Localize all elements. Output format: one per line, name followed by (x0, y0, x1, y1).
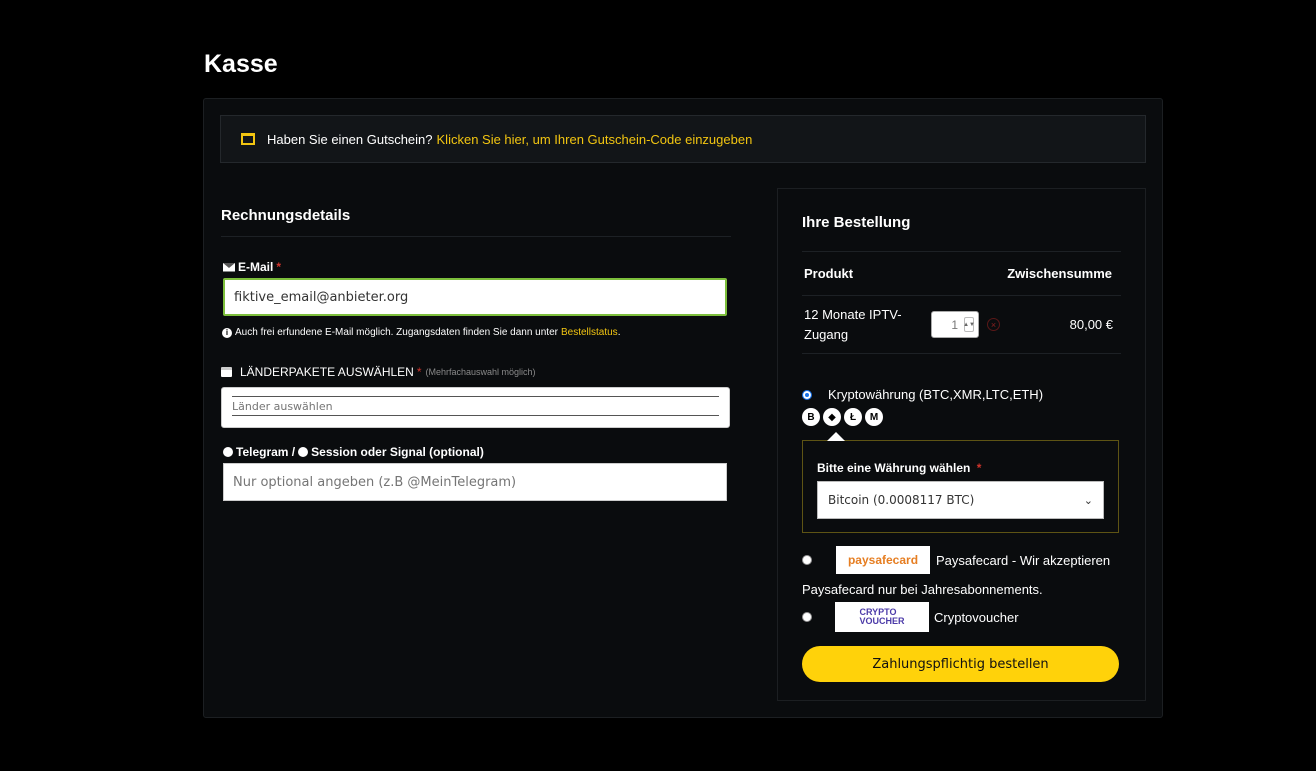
bitcoin-icon: B (802, 408, 820, 426)
checkout-container: Haben Sie einen Gutschein? Klicken Sie h… (203, 98, 1163, 718)
currency-select[interactable]: Bitcoin (0.0008117 BTC) ⌄ (817, 481, 1104, 519)
chevron-down-icon: ⌄ (1083, 493, 1093, 507)
crypto-radio[interactable] (802, 389, 812, 400)
quantity-stepper[interactable]: 1 ▲▼ (931, 311, 979, 338)
col-subtotal: Zwischensumme (1007, 266, 1112, 281)
crypto-currency-panel: Bitte eine Währung wählen * Bitcoin (0.0… (802, 432, 1119, 533)
payment-cryptovoucher[interactable]: CRYPTO VOUCHER Cryptovoucher (802, 602, 1121, 632)
cryptovoucher-logo: CRYPTO VOUCHER (835, 602, 929, 632)
billing-details: Rechnungsdetails E-Mail * i Auch frei er… (221, 189, 731, 501)
country-search-input[interactable] (232, 396, 719, 416)
remove-item-button[interactable]: × (987, 318, 1000, 331)
order-table-header: Produkt Zwischensumme (802, 252, 1121, 296)
paysafecard-radio[interactable] (802, 555, 812, 565)
email-field[interactable] (223, 278, 727, 316)
coupon-text: Haben Sie einen Gutschein? (267, 131, 433, 147)
order-status-link[interactable]: Bestellstatus (561, 327, 618, 338)
litecoin-icon: Ł (844, 408, 862, 426)
coupon-notice: Haben Sie einen Gutschein? Klicken Sie h… (220, 115, 1146, 163)
info-icon: i (222, 327, 232, 338)
paysafecard-note: Paysafecard nur bei Jahresabonnements. (802, 582, 1043, 597)
item-price: 80,00 € (1069, 317, 1113, 332)
coupon-link[interactable]: Klicken Sie hier, um Ihren Gutschein-Cod… (437, 132, 753, 147)
email-hint: i Auch frei erfundene E-Mail möglich. Zu… (222, 327, 731, 338)
payment-crypto[interactable]: Kryptowährung (BTC,XMR,LTC,ETH) (802, 387, 1121, 402)
billing-heading: Rechnungsdetails (221, 189, 731, 237)
email-label: E-Mail * (223, 260, 731, 274)
calendar-icon (221, 367, 232, 377)
packages-label: LÄNDERPAKETE AUSWÄHLEN * (Mehrfachauswah… (221, 365, 731, 379)
place-order-button[interactable]: Zahlungspflichtig bestellen (802, 646, 1119, 682)
coupon-icon (241, 133, 255, 145)
spin-icon[interactable]: ▲▼ (963, 317, 975, 332)
payment-paysafecard[interactable]: paysafecard Paysafecard - Wir akzeptiere… (802, 546, 1121, 574)
order-heading: Ihre Bestellung (802, 214, 1121, 252)
page-title: Kasse (204, 50, 278, 78)
ethereum-icon: ◆ (823, 408, 841, 426)
order-summary: Ihre Bestellung Produkt Zwischensumme 12… (777, 188, 1146, 701)
session-icon (298, 447, 309, 457)
telegram-icon (223, 447, 233, 457)
telegram-field[interactable] (223, 463, 727, 501)
mail-icon (223, 262, 235, 272)
product-name: 12 Monate IPTV-Zugang (804, 306, 902, 342)
table-row: 12 Monate IPTV-Zugang 1 ▲▼ × 80,00 € (802, 296, 1121, 354)
country-packages-select[interactable] (221, 387, 730, 428)
col-product: Produkt (804, 266, 854, 281)
currency-select-label: Bitte eine Währung wählen * (817, 461, 982, 475)
monero-icon: M (865, 408, 883, 426)
cryptovoucher-radio[interactable] (802, 612, 812, 622)
paysafecard-logo: paysafecard (836, 546, 930, 574)
telegram-label: Telegram / Session oder Signal (optional… (223, 445, 731, 459)
crypto-icons: B ◆ Ł M (802, 408, 1121, 426)
